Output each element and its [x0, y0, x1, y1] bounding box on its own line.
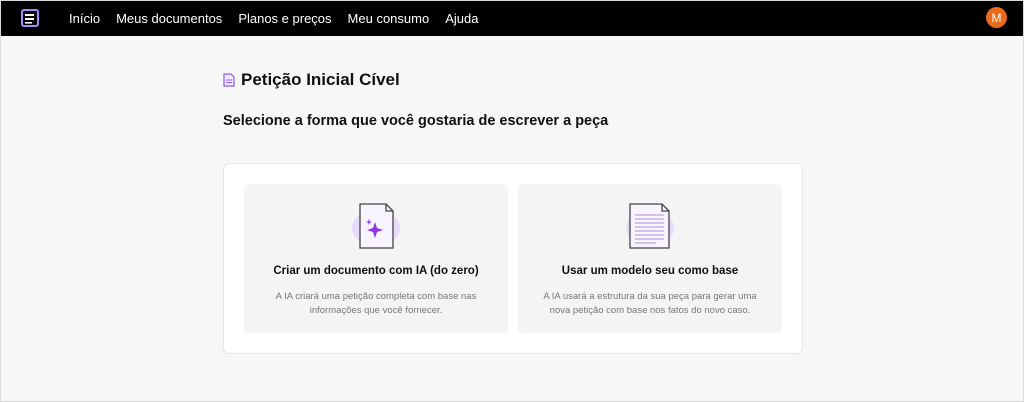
top-navigation-bar: Início Meus documentos Planos e preços M…	[1, 1, 1023, 36]
user-avatar[interactable]: M	[986, 7, 1007, 28]
nav-item-inicio[interactable]: Início	[69, 11, 100, 26]
page-title: Petição Inicial Cível	[241, 70, 400, 89]
nav-item-ajuda[interactable]: Ajuda	[445, 11, 478, 26]
sparkle-document-icon	[352, 203, 400, 249]
options-panel: Criar um documento com IA (do zero) A IA…	[223, 163, 803, 354]
page-title-row: Petição Inicial Cível	[223, 70, 400, 90]
document-icon	[223, 73, 235, 87]
page-subtitle: Selecione a forma que você gostaria de e…	[223, 113, 609, 129]
main-nav: Início Meus documentos Planos e preços M…	[69, 1, 494, 36]
lined-document-icon	[626, 203, 674, 249]
nav-item-meus-documentos[interactable]: Meus documentos	[116, 11, 222, 26]
nav-item-meu-consumo[interactable]: Meu consumo	[348, 11, 430, 26]
option-card-use-template[interactable]: Usar um modelo seu como base A IA usará …	[518, 184, 782, 333]
option-description: A IA criará uma petição completa com bas…	[275, 291, 477, 316]
app-logo-icon[interactable]	[21, 9, 39, 27]
option-title: Criar um documento com IA (do zero)	[273, 265, 479, 277]
nav-item-planos-e-precos[interactable]: Planos e preços	[238, 11, 331, 26]
option-card-create-with-ai[interactable]: Criar um documento com IA (do zero) A IA…	[244, 184, 508, 333]
option-description: A IA usará a estrutura da sua peça para …	[543, 291, 757, 316]
option-title: Usar um modelo seu como base	[561, 265, 739, 277]
